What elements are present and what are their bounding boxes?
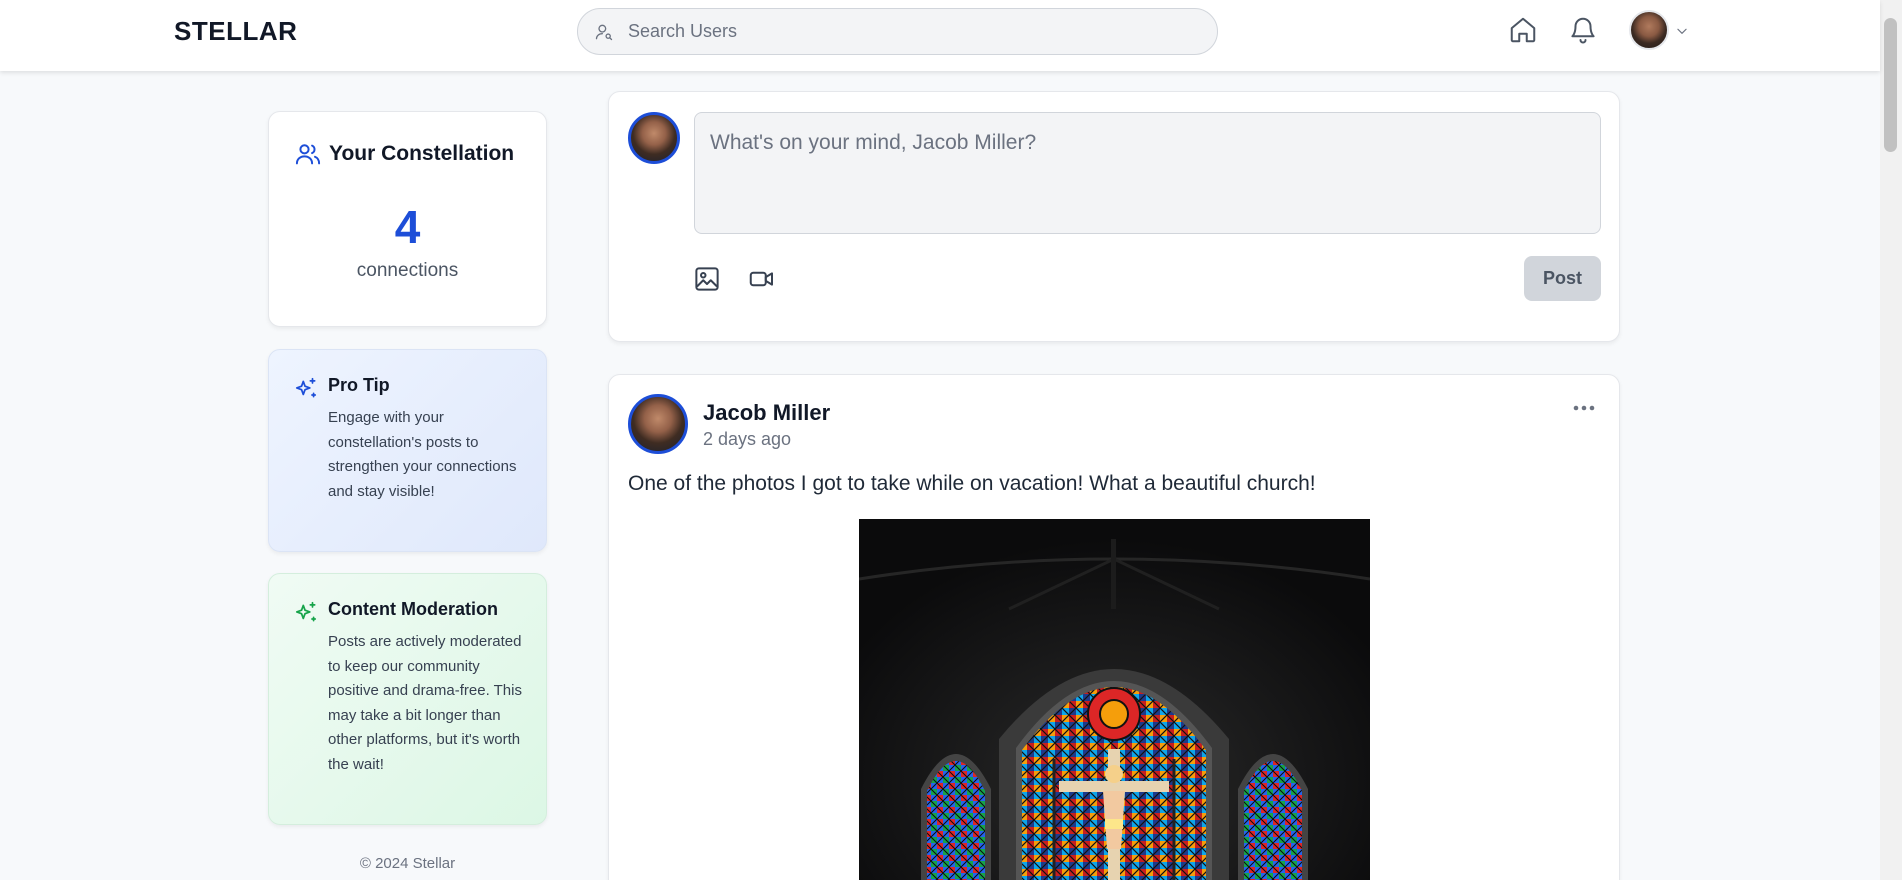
users-icon (295, 144, 321, 165)
logo[interactable]: STELLAR (174, 16, 297, 47)
compose-box[interactable] (694, 112, 1601, 234)
add-image-button[interactable] (692, 264, 722, 294)
constellation-card: Your Constellation 4 connections (268, 111, 547, 327)
profile-menu[interactable] (1629, 10, 1693, 52)
post-author[interactable]: Jacob Miller (703, 400, 830, 426)
avatar[interactable] (628, 394, 688, 454)
pro-tip-title: Pro Tip (328, 375, 390, 395)
feed-post: Jacob Miller 2 days ago One of the photo… (608, 374, 1620, 880)
sparkles-icon (295, 601, 317, 622)
home-button[interactable] (1507, 14, 1539, 46)
copyright-footer: © 2024 Stellar (359, 855, 456, 872)
sparkles-icon (295, 377, 317, 398)
post-button[interactable]: Post (1524, 256, 1601, 301)
home-icon (1510, 17, 1536, 43)
avatar[interactable] (628, 112, 680, 164)
bell-icon (1571, 17, 1595, 44)
compose-textarea[interactable] (695, 113, 1600, 233)
notifications-button[interactable] (1567, 14, 1599, 46)
constellation-title: Your Constellation (329, 142, 515, 165)
pro-tip-text: Engage with your constellation's posts t… (328, 409, 517, 500)
connection-count: 4 (394, 201, 421, 253)
post-composer: Post (608, 91, 1620, 342)
moderation-title: Content Moderation (328, 599, 498, 619)
post-image[interactable] (859, 519, 1370, 880)
moderation-text: Posts are actively moderated to keep our… (328, 633, 522, 773)
search-bar[interactable] (577, 8, 1218, 55)
more-horizontal-icon (1573, 405, 1595, 411)
moderation-card: Content Moderation Posts are actively mo… (268, 573, 547, 825)
search-input[interactable] (628, 9, 1198, 54)
user-search-icon (595, 24, 613, 41)
pro-tip-card: Pro Tip Engage with your constellation's… (268, 349, 547, 552)
post-text: One of the photos I got to take while on… (628, 472, 1316, 495)
connections-label: connections (356, 260, 459, 281)
video-icon (749, 271, 773, 287)
post-options-button[interactable] (1569, 397, 1599, 419)
add-video-button[interactable] (747, 264, 777, 294)
image-icon (695, 267, 719, 291)
page-scrollbar[interactable] (1880, 0, 1902, 880)
stained-glass-window-image (859, 519, 1370, 880)
chevron-down-icon (1677, 28, 1687, 34)
top-navbar: STELLAR (0, 0, 1880, 71)
post-timestamp: 2 days ago (703, 429, 792, 449)
avatar[interactable] (1629, 10, 1669, 50)
scroll-thumb[interactable] (1884, 18, 1897, 152)
